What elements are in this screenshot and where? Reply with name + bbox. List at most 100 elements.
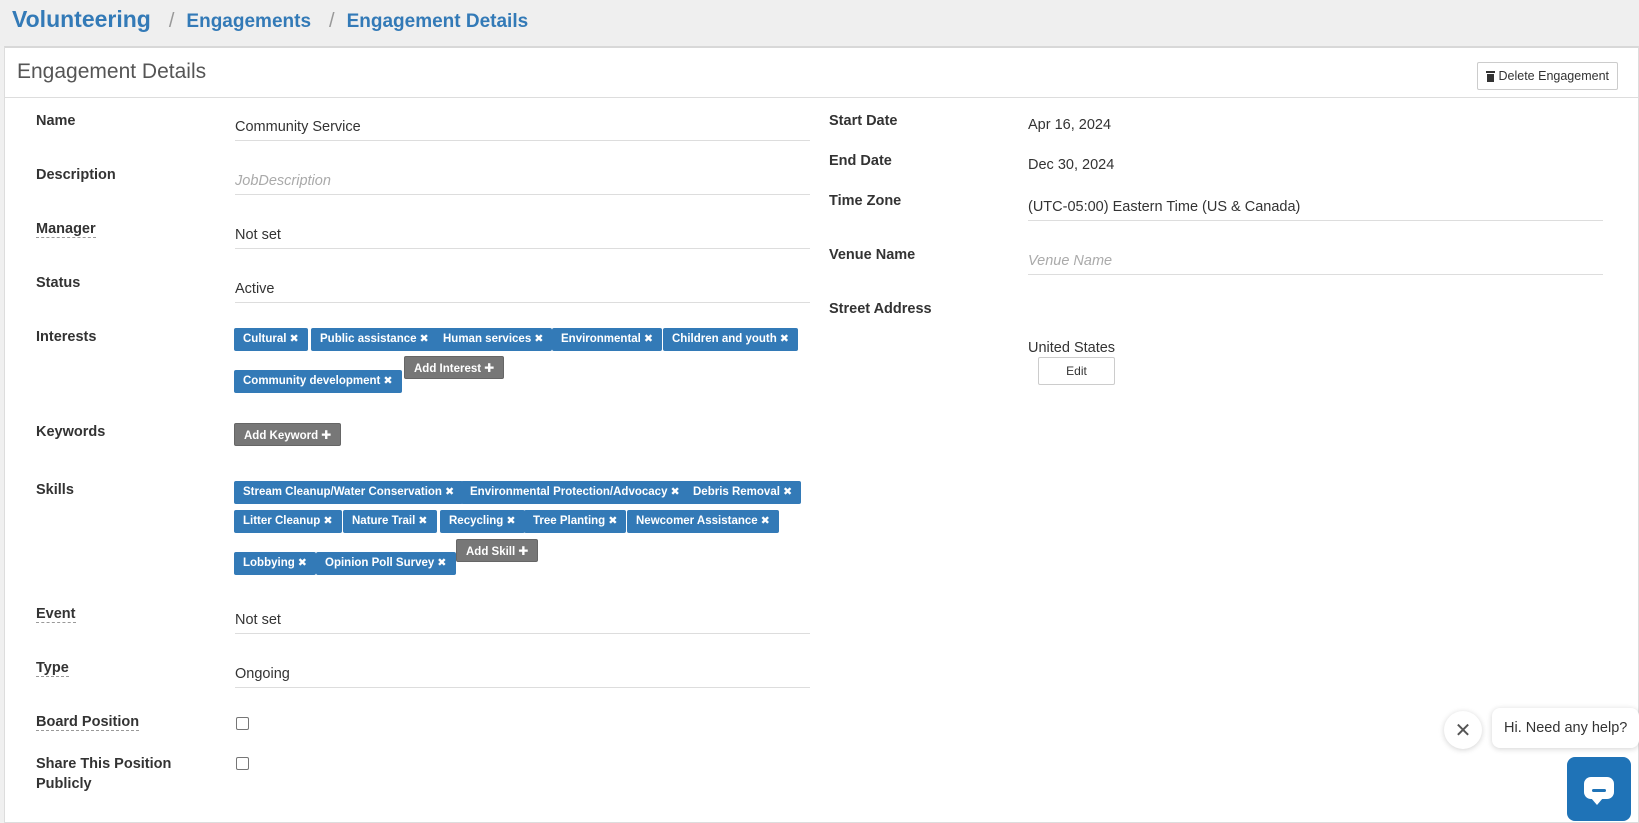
- skill-tag-label: Recycling: [449, 515, 504, 527]
- event-field[interactable]: Not set: [235, 610, 810, 634]
- skill-tag-label: Opinion Poll Survey: [325, 557, 435, 569]
- skill-tag[interactable]: Environmental Protection/Advocacy ✖: [461, 481, 689, 504]
- delete-engagement-button[interactable]: Delete Engagement: [1476, 62, 1618, 90]
- chat-launcher-button[interactable]: [1567, 757, 1631, 821]
- add-skill-button[interactable]: Add Skill ✚: [456, 539, 539, 562]
- remove-icon[interactable]: ✖: [383, 375, 392, 387]
- remove-icon[interactable]: ✖: [534, 333, 543, 345]
- remove-icon[interactable]: ✖: [298, 557, 307, 569]
- time-zone-field[interactable]: (UTC-05:00) Eastern Time (US & Canada): [1028, 197, 1603, 221]
- remove-icon[interactable]: ✖: [608, 515, 617, 527]
- remove-icon[interactable]: ✖: [780, 333, 789, 345]
- status-label: Status: [36, 275, 81, 291]
- skill-tag[interactable]: Lobbying ✖: [234, 552, 316, 575]
- skill-tag[interactable]: Litter Cleanup ✖: [234, 510, 342, 533]
- type-label: Type: [36, 660, 69, 677]
- manager-field[interactable]: Not set: [235, 225, 810, 249]
- chat-icon: [1584, 777, 1614, 805]
- skill-tag-label: Nature Trail: [352, 515, 416, 527]
- name-field[interactable]: Community Service: [235, 117, 810, 141]
- remove-icon[interactable]: ✖: [323, 515, 332, 527]
- event-label: Event: [36, 606, 76, 623]
- breadcrumb: Volunteering / Engagements / Engagement …: [12, 6, 528, 36]
- interest-tag-label: Cultural: [243, 333, 287, 345]
- interest-tag[interactable]: Children and youth ✖: [663, 328, 798, 351]
- close-chat-icon[interactable]: ✕: [1444, 711, 1482, 749]
- venue-name-label: Venue Name: [829, 247, 916, 263]
- start-date-label: Start Date: [829, 113, 898, 129]
- skill-tag[interactable]: Debris Removal ✖: [684, 481, 802, 504]
- delete-engagement-label: Delete Engagement: [1498, 69, 1610, 83]
- remove-icon[interactable]: ✖: [761, 515, 770, 527]
- interest-tag[interactable]: Cultural ✖: [234, 328, 308, 351]
- interest-tag-label: Environmental: [561, 333, 641, 345]
- breadcrumb-engagements[interactable]: Engagements: [186, 11, 311, 33]
- venue-name-field[interactable]: Venue Name: [1028, 251, 1603, 275]
- board-position-label: Board Position: [36, 714, 140, 731]
- share-publicly-checkbox[interactable]: [236, 757, 249, 770]
- street-address-label: Street Address: [829, 301, 932, 317]
- top-bar: Volunteering / Engagements / Engagement …: [0, 0, 1639, 46]
- add-interest-label: Add Interest: [414, 363, 482, 375]
- remove-icon[interactable]: ✖: [437, 557, 446, 569]
- add-skill-label: Add Skill: [466, 546, 516, 558]
- end-date-value[interactable]: Dec 30, 2024: [1028, 157, 1114, 173]
- skill-tag-label: Tree Planting: [533, 515, 606, 527]
- skill-tag[interactable]: Opinion Poll Survey ✖: [316, 552, 456, 575]
- remove-icon[interactable]: ✖: [506, 515, 515, 527]
- country-value: United States: [1028, 340, 1116, 356]
- page-title: Engagement Details: [17, 60, 207, 83]
- skill-tag-label: Litter Cleanup: [243, 515, 321, 527]
- remove-icon[interactable]: ✖: [420, 333, 429, 345]
- interest-tag[interactable]: Human services ✖: [434, 328, 553, 351]
- skill-tag[interactable]: Newcomer Assistance ✖: [627, 510, 779, 533]
- skill-tag[interactable]: Nature Trail ✖: [343, 510, 437, 533]
- skill-tag-label: Debris Removal: [693, 486, 780, 498]
- remove-icon[interactable]: ✖: [783, 486, 792, 498]
- skill-tag-label: Environmental Protection/Advocacy: [470, 486, 668, 498]
- remove-icon[interactable]: ✖: [644, 333, 653, 345]
- breadcrumb-separator: /: [329, 10, 335, 32]
- description-label: Description: [36, 167, 116, 183]
- breadcrumb-separator: /: [168, 10, 175, 32]
- remove-icon[interactable]: ✖: [670, 486, 679, 498]
- plus-icon: ✚: [321, 428, 332, 442]
- add-interest-button[interactable]: Add Interest ✚: [404, 356, 505, 379]
- skill-tag[interactable]: Stream Cleanup/Water Conservation ✖: [234, 481, 464, 504]
- edit-address-button[interactable]: Edit: [1038, 357, 1115, 385]
- interest-tag[interactable]: Public assistance ✖: [311, 328, 438, 351]
- interest-tag[interactable]: Environmental ✖: [552, 328, 663, 351]
- plus-icon: ✚: [484, 361, 495, 375]
- remove-icon[interactable]: ✖: [418, 515, 427, 527]
- skill-tag-label: Lobbying: [243, 557, 295, 569]
- chat-greeting-bubble[interactable]: Hi. Need any help?: [1492, 708, 1639, 748]
- share-publicly-label-line1: Share This Position: [36, 756, 172, 772]
- add-keyword-button[interactable]: Add Keyword ✚: [234, 423, 342, 446]
- chat-icon-line: [1592, 789, 1606, 792]
- skill-tag[interactable]: Tree Planting ✖: [524, 510, 627, 533]
- breadcrumb-engagement-details[interactable]: Engagement Details: [347, 11, 529, 33]
- keywords-label: Keywords: [36, 424, 106, 440]
- status-field[interactable]: Active: [235, 279, 810, 303]
- name-label: Name: [36, 113, 76, 129]
- end-date-label: End Date: [829, 153, 892, 169]
- panel-header: Engagement Details Delete Engagement: [5, 48, 1638, 98]
- interest-tag-label: Public assistance: [320, 333, 417, 345]
- breadcrumb-root-volunteering[interactable]: Volunteering: [12, 6, 151, 33]
- description-field[interactable]: JobDescription: [235, 171, 810, 195]
- skills-label: Skills: [36, 482, 74, 498]
- plus-icon: ✚: [518, 544, 529, 558]
- type-field[interactable]: Ongoing: [235, 664, 810, 688]
- share-publicly-label: Share This Position Publicly: [36, 754, 171, 794]
- trash-icon: [1485, 70, 1495, 82]
- start-date-value[interactable]: Apr 16, 2024: [1028, 117, 1111, 133]
- skill-tag[interactable]: Recycling ✖: [440, 510, 525, 533]
- interests-label: Interests: [36, 329, 97, 345]
- skill-tag-label: Stream Cleanup/Water Conservation: [243, 486, 442, 498]
- remove-icon[interactable]: ✖: [445, 486, 454, 498]
- board-position-checkbox[interactable]: [236, 717, 249, 730]
- interest-tag[interactable]: Community development ✖: [234, 370, 402, 393]
- interest-tag-label: Community development: [243, 375, 381, 387]
- remove-icon[interactable]: ✖: [289, 333, 298, 345]
- time-zone-label: Time Zone: [829, 193, 902, 209]
